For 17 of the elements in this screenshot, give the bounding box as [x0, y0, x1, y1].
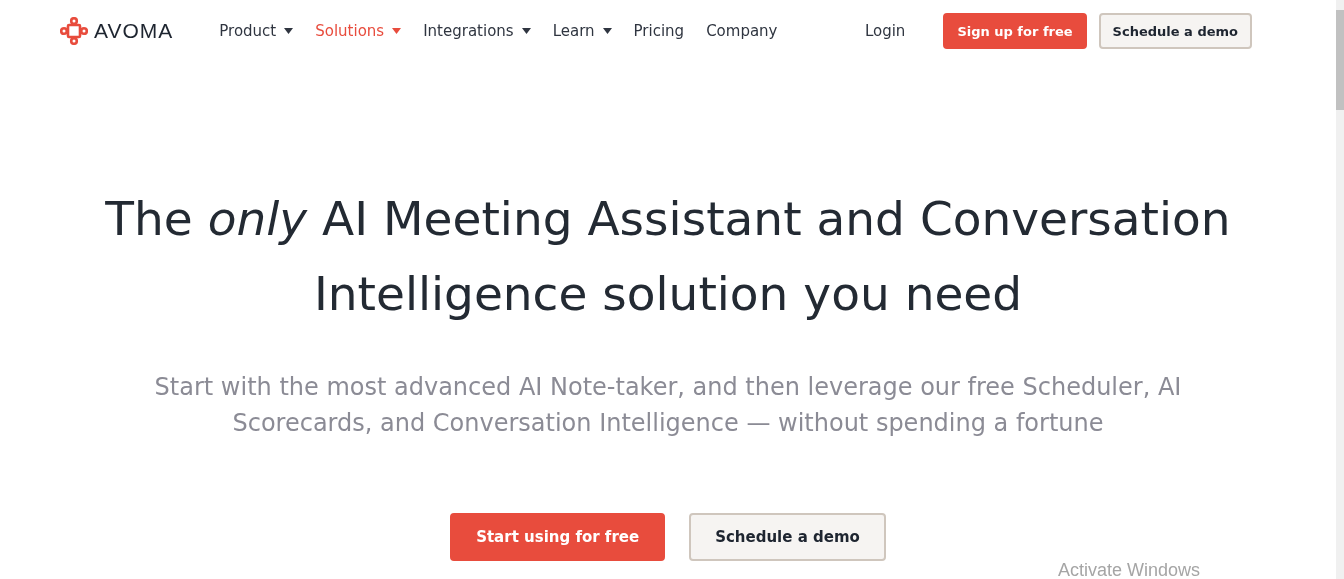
hero-subtitle: Start with the most advanced AI Note-taker, and then leverage our free Scheduler, AI Scorecards, and Conversation Intelligence — without spending a fortune — [153, 372, 1183, 439]
nav-item[interactable]: Learn — [552, 22, 612, 40]
hero-headline: The only AI Meeting Assistant and Conversation Intelligence solution you need — [104, 190, 1232, 323]
activation-notice: Activate Windows — [1058, 560, 1201, 579]
nav-item[interactable]: Integrations — [423, 22, 531, 40]
login-link[interactable]: Login — [858, 21, 912, 41]
nav-item[interactable]: Pricing — [633, 22, 685, 40]
demo-button[interactable]: Schedule a demo — [1098, 13, 1252, 49]
signup-button[interactable]: Sign up for free — [943, 13, 1087, 49]
scrollbar[interactable] — [1336, 0, 1344, 579]
start-button[interactable]: Start using for free — [450, 513, 666, 561]
nav-item[interactable]: Company — [706, 22, 778, 40]
demo-button[interactable]: Schedule a demo — [689, 513, 886, 561]
logo-icon — [60, 17, 88, 45]
logo-text: AVOMA — [94, 19, 174, 43]
nav-item[interactable]: Product — [219, 22, 294, 40]
nav-item[interactable]: Solutions — [315, 22, 402, 40]
